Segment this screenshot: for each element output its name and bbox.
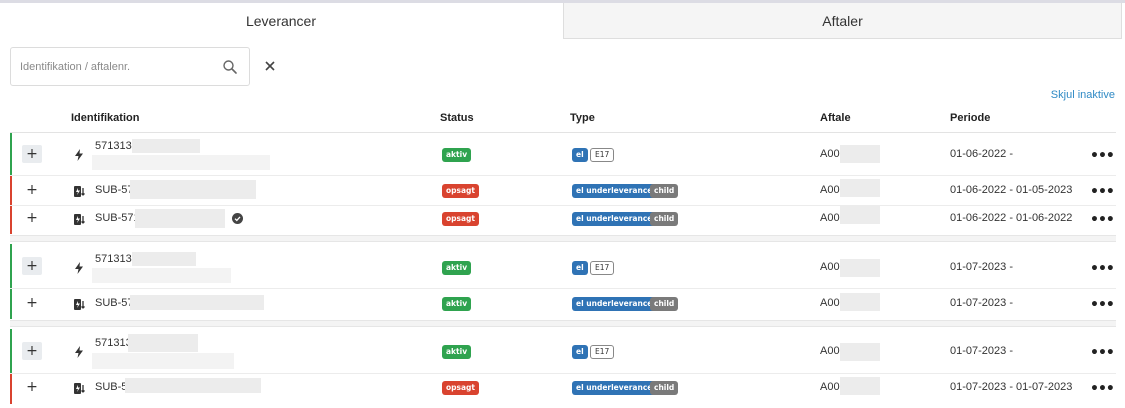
- redacted-block: [92, 268, 231, 283]
- col-header-periode[interactable]: Periode: [950, 112, 990, 124]
- redacted-block: [840, 377, 880, 395]
- search-box: [10, 47, 250, 86]
- search-input[interactable]: [20, 58, 210, 76]
- periode-text: 01-06-2022 - 01-05-2023: [950, 184, 1073, 196]
- sub-delivery-icon: [74, 214, 85, 225]
- sub-delivery-icon: [74, 186, 85, 197]
- redacted-block: [92, 155, 270, 170]
- tab-leverancer[interactable]: Leverancer: [0, 3, 562, 39]
- redacted-block: [840, 206, 880, 224]
- identification-text: 571313: [95, 140, 132, 152]
- redacted-block: [130, 295, 264, 310]
- status-badge: aktiv: [442, 148, 472, 162]
- expand-button[interactable]: +: [22, 209, 42, 227]
- more-options-icon[interactable]: •••: [1090, 213, 1115, 227]
- more-options-icon[interactable]: •••: [1090, 149, 1115, 163]
- redacted-block: [840, 179, 880, 197]
- expand-button[interactable]: +: [22, 257, 42, 275]
- type-badge: el: [572, 261, 588, 275]
- redacted-block: [840, 259, 880, 277]
- type-badge: el underleverance: [572, 212, 657, 226]
- sub-delivery-icon: [74, 383, 85, 394]
- status-stripe: [10, 244, 12, 288]
- periode-text: 01-07-2023 -: [950, 297, 1013, 309]
- identification-text: SUB-571: [95, 212, 140, 224]
- clear-search-icon[interactable]: [262, 58, 278, 74]
- expand-button[interactable]: +: [22, 145, 42, 163]
- type-badge: el underleverance: [572, 297, 657, 311]
- status-badge: opsagt: [442, 381, 480, 395]
- status-badge: opsagt: [442, 184, 480, 198]
- status-stripe: [10, 374, 12, 404]
- status-badge: opsagt: [442, 212, 480, 226]
- redacted-block: [130, 180, 256, 199]
- type-badge: el: [572, 345, 588, 359]
- expand-button[interactable]: +: [22, 378, 42, 396]
- subtype-badge: E17: [590, 148, 615, 162]
- child-badge: child: [650, 212, 679, 226]
- status-badge: aktiv: [442, 261, 472, 275]
- type-badge: el underleverance: [572, 184, 657, 198]
- lightning-icon: [75, 262, 83, 274]
- lightning-icon: [75, 346, 83, 358]
- col-header-status[interactable]: Status: [440, 112, 474, 124]
- redacted-block: [840, 145, 880, 163]
- more-options-icon[interactable]: •••: [1090, 185, 1115, 199]
- redacted-block: [132, 139, 200, 153]
- col-header-identifikation[interactable]: Identifikation: [71, 112, 139, 124]
- status-stripe: [10, 176, 12, 205]
- expand-button[interactable]: +: [22, 181, 42, 199]
- periode-text: 01-06-2022 -: [950, 148, 1013, 160]
- search-icon[interactable]: [222, 59, 238, 75]
- identification-text: SUB-57: [95, 297, 134, 309]
- child-badge: child: [650, 297, 679, 311]
- periode-text: 01-07-2023 -: [950, 261, 1013, 273]
- status-badge: aktiv: [442, 345, 472, 359]
- expand-button[interactable]: +: [22, 342, 42, 360]
- tab-bar: Leverancer Aftaler: [0, 3, 1125, 39]
- type-badge: el: [572, 148, 588, 162]
- status-badge: aktiv: [442, 297, 472, 311]
- redacted-block: [840, 343, 880, 361]
- redacted-block: [128, 334, 198, 352]
- redacted-block: [135, 209, 225, 228]
- tab-aftaler[interactable]: Aftaler: [563, 3, 1122, 39]
- status-stripe: [10, 289, 12, 319]
- child-badge: child: [650, 381, 679, 395]
- check-circle-icon: [232, 213, 243, 224]
- status-stripe: [10, 329, 12, 373]
- col-header-aftale[interactable]: Aftale: [820, 112, 851, 124]
- expand-button[interactable]: +: [22, 294, 42, 312]
- periode-text: 01-07-2023 - 01-07-2023: [950, 381, 1073, 393]
- periode-text: 01-07-2023 -: [950, 345, 1013, 357]
- type-badge: el underleverance: [572, 381, 657, 395]
- lightning-icon: [75, 149, 83, 161]
- identification-text: 571313: [95, 253, 132, 265]
- group-divider: [10, 320, 1116, 327]
- more-options-icon[interactable]: •••: [1090, 262, 1115, 276]
- sub-delivery-icon: [74, 299, 85, 310]
- group-divider: [10, 235, 1116, 242]
- redacted-block: [92, 353, 234, 369]
- status-stripe: [10, 206, 12, 234]
- redacted-block: [132, 252, 196, 266]
- child-badge: child: [650, 184, 679, 198]
- identification-text: 571313: [95, 337, 132, 349]
- subtype-badge: E17: [590, 345, 615, 359]
- col-header-type[interactable]: Type: [570, 112, 595, 124]
- periode-text: 01-06-2022 - 01-06-2022: [950, 212, 1073, 224]
- more-options-icon[interactable]: •••: [1090, 298, 1115, 312]
- hide-inactive-link[interactable]: Skjul inaktive: [1051, 89, 1115, 101]
- redacted-block: [840, 293, 880, 311]
- subtype-badge: E17: [590, 261, 615, 275]
- identification-text: SUB-57: [95, 184, 134, 196]
- more-options-icon[interactable]: •••: [1090, 382, 1115, 396]
- status-stripe: [10, 133, 12, 175]
- redacted-block: [125, 378, 261, 393]
- more-options-icon[interactable]: •••: [1090, 346, 1115, 360]
